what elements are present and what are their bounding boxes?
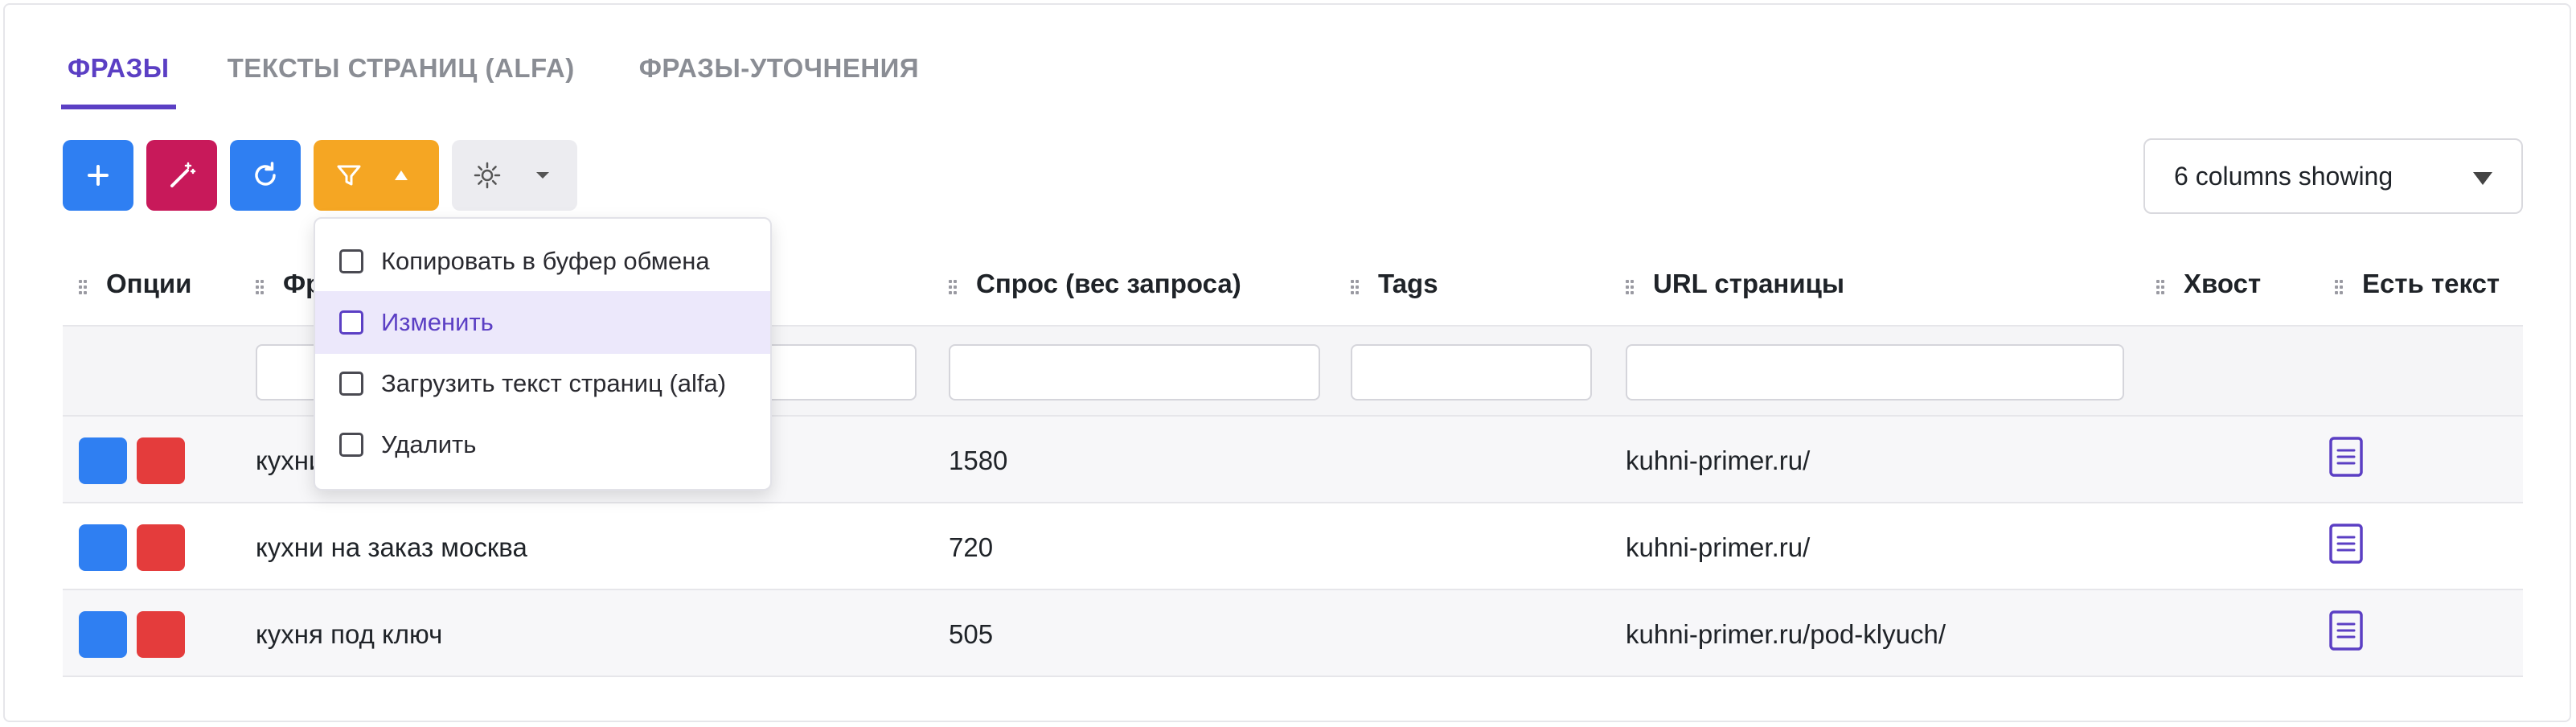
table-row: кухня под ключ 505 kuhni-primer.ru/pod-k… <box>63 590 2523 677</box>
column-header-url[interactable]: URL страницы <box>1653 269 1844 299</box>
menu-item-label: Загрузить текст страниц (alfa) <box>381 369 727 397</box>
phrases-panel: ФРАЗЫ ТЕКСТЫ СТРАНИЦ (ALFA) ФРАЗЫ-УТОЧНЕ… <box>3 3 2571 722</box>
url-cell: kuhni-primer.ru/pod-klyuch/ <box>1626 619 1946 649</box>
phrase-cell: кухни на заказ москва <box>256 532 527 562</box>
delete-row-button[interactable] <box>137 437 185 484</box>
refresh-icon <box>255 162 276 186</box>
menu-item-copy[interactable]: Копировать в буфер обмена <box>315 230 770 293</box>
document-icon[interactable] <box>2328 436 2364 478</box>
menu-item-edit[interactable]: Изменить <box>315 291 770 354</box>
caret-up-icon <box>395 170 408 180</box>
gear-icon <box>474 162 501 189</box>
chevron-down-icon <box>2473 172 2492 185</box>
column-header-has-text[interactable]: Есть текст <box>2362 269 2500 299</box>
tab-bar: ФРАЗЫ ТЕКСТЫ СТРАНИЦ (ALFA) ФРАЗЫ-УТОЧНЕ… <box>61 51 919 109</box>
drag-handle-icon[interactable] <box>949 280 957 294</box>
phrase-cell: кухня под ключ <box>256 619 443 649</box>
wand-icon <box>170 162 196 187</box>
menu-item-load-texts[interactable]: Загрузить текст страниц (alfa) <box>315 352 770 415</box>
magic-button[interactable] <box>146 140 217 211</box>
drag-handle-icon[interactable] <box>1351 280 1359 294</box>
delete-row-button[interactable] <box>137 524 185 571</box>
column-header-demand[interactable]: Спрос (вес запроса) <box>976 269 1241 299</box>
edit-row-button[interactable] <box>79 611 127 658</box>
demand-cell: 1580 <box>949 446 1008 475</box>
tab-phrases[interactable]: ФРАЗЫ <box>61 51 176 109</box>
columns-select[interactable]: 6 columns showing <box>2143 138 2523 214</box>
drag-handle-icon[interactable] <box>1626 280 1634 294</box>
drag-handle-icon[interactable] <box>2156 280 2164 294</box>
add-button[interactable] <box>63 140 133 211</box>
menu-item-label: Копировать в буфер обмена <box>381 247 710 275</box>
drag-handle-icon[interactable] <box>2335 280 2343 294</box>
checkbox-icon <box>339 433 363 457</box>
url-cell: kuhni-primer.ru/ <box>1626 446 1811 475</box>
menu-item-label: Изменить <box>381 308 494 336</box>
tab-page-texts[interactable]: ТЕКСТЫ СТРАНИЦ (ALFA) <box>228 51 575 109</box>
checkbox-icon <box>339 310 363 335</box>
demand-cell: 720 <box>949 532 994 562</box>
checkbox-icon <box>339 249 363 273</box>
column-header-tail[interactable]: Хвост <box>2184 269 2261 299</box>
drag-handle-icon[interactable] <box>256 280 264 294</box>
menu-item-delete[interactable]: Удалить <box>315 413 770 476</box>
bulk-actions-menu: Копировать в буфер обмена Изменить Загру… <box>314 217 772 491</box>
checkbox-icon <box>339 372 363 396</box>
filter-button[interactable] <box>314 140 439 211</box>
document-icon[interactable] <box>2328 610 2364 651</box>
edit-row-button[interactable] <box>79 524 127 571</box>
tags-filter-input[interactable] <box>1351 344 1592 400</box>
column-settings-button[interactable] <box>452 140 577 211</box>
edit-row-button[interactable] <box>79 437 127 484</box>
refresh-button[interactable] <box>230 140 301 211</box>
menu-item-label: Удалить <box>381 430 477 458</box>
demand-cell: 505 <box>949 619 994 649</box>
url-filter-input[interactable] <box>1626 344 2124 400</box>
tab-refinement-phrases[interactable]: ФРАЗЫ-УТОЧНЕНИЯ <box>639 51 919 109</box>
plus-icon <box>88 165 109 186</box>
column-header-tags[interactable]: Tags <box>1378 269 1438 299</box>
chevron-down-icon <box>536 172 549 179</box>
demand-filter-input[interactable] <box>949 344 1320 400</box>
filter-icon <box>337 165 361 186</box>
columns-select-value: 6 columns showing <box>2174 161 2393 191</box>
url-cell: kuhni-primer.ru/ <box>1626 532 1811 562</box>
table-row: кухни на заказ москва 720 kuhni-primer.r… <box>63 503 2523 590</box>
drag-handle-icon[interactable] <box>79 280 87 294</box>
delete-row-button[interactable] <box>137 611 185 658</box>
column-header-options[interactable]: Опции <box>106 269 191 299</box>
document-icon[interactable] <box>2328 523 2364 565</box>
